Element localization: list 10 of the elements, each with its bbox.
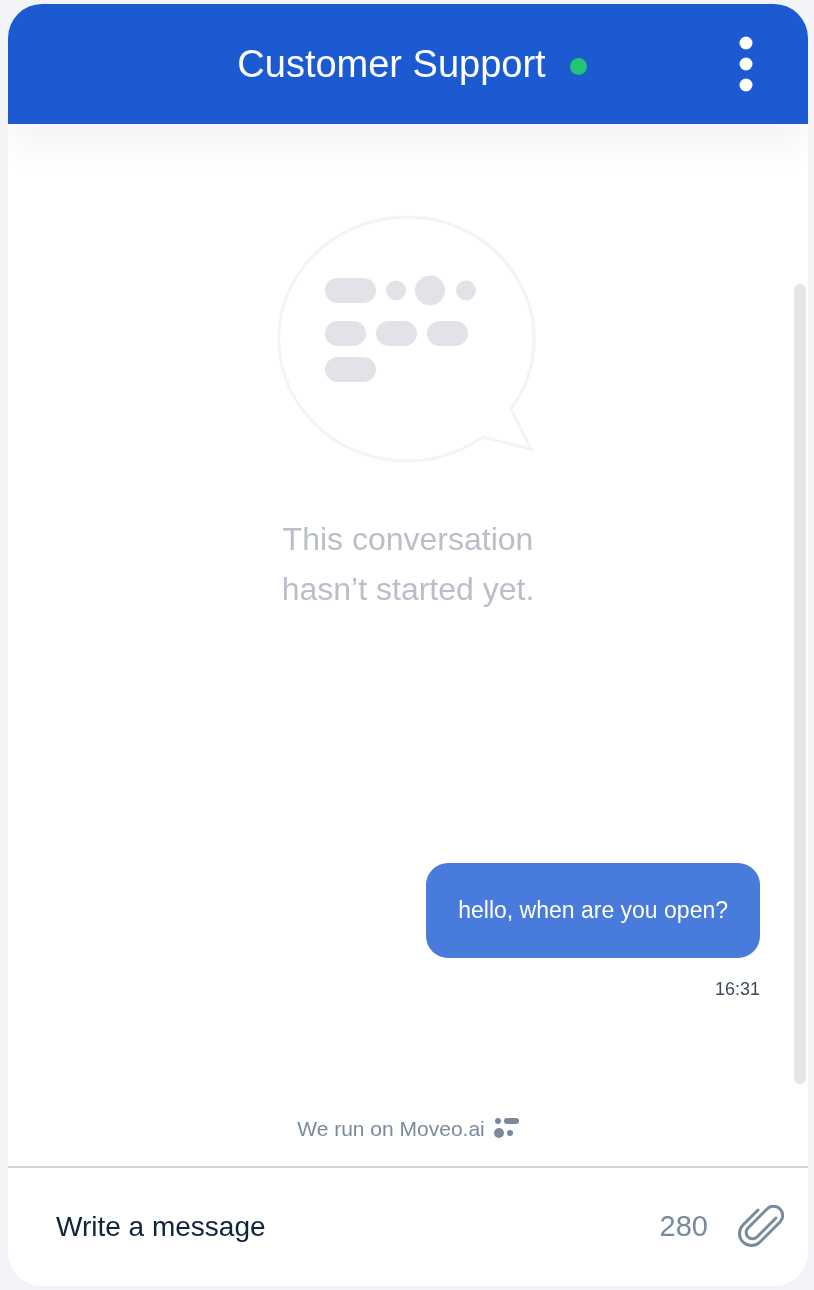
paperclip-icon — [738, 1204, 784, 1250]
scrollbar[interactable] — [794, 284, 806, 1084]
brand-logo-icon — [492, 1117, 519, 1140]
message-time: 16:31 — [714, 977, 760, 1001]
header-title: Customer Support — [237, 41, 546, 87]
attach-button[interactable] — [738, 1204, 784, 1250]
empty-state-text: This conversation hasn’t started yet. — [280, 520, 536, 609]
branding-text: We run on Moveo.ai — [297, 1115, 485, 1142]
character-counter: 280 — [659, 1209, 708, 1245]
message-bubble: hello, when are you open? — [426, 863, 760, 958]
